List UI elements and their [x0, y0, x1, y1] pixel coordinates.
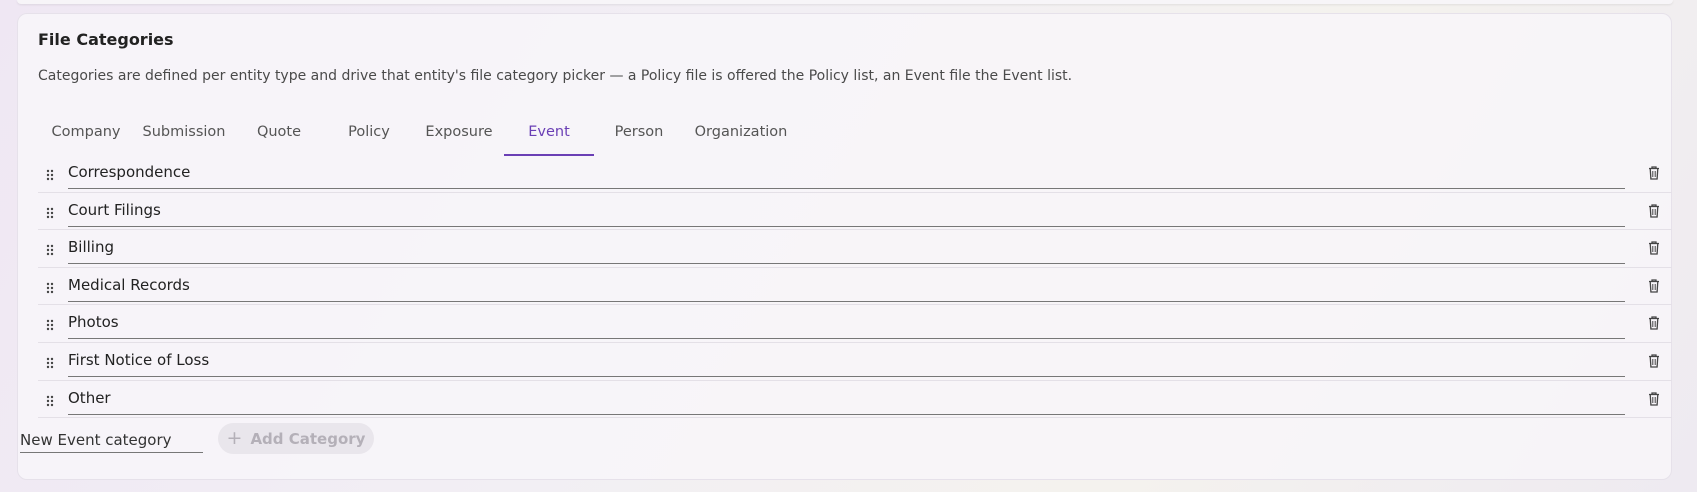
drag-handle-icon[interactable]	[46, 319, 54, 331]
category-row: Medical Records	[38, 268, 1672, 306]
category-name-field[interactable]: First Notice of Loss	[68, 348, 1625, 377]
add-category-label: Add Category	[250, 429, 366, 448]
new-category-input[interactable]	[20, 427, 203, 453]
plus-icon: +	[226, 427, 243, 449]
category-row: Court Filings	[38, 193, 1672, 231]
category-name-field[interactable]: Medical Records	[68, 273, 1625, 302]
category-name-field[interactable]: Photos	[68, 310, 1625, 340]
trash-icon[interactable]	[1648, 241, 1660, 255]
file-categories-card: File Categories Categories are defined p…	[17, 13, 1672, 480]
drag-handle-icon[interactable]	[46, 395, 54, 407]
section-description: Categories are defined per entity type a…	[38, 68, 1073, 84]
add-category-button[interactable]: + Add Category	[218, 423, 374, 454]
tab-person[interactable]: Person	[594, 107, 684, 156]
entity-tabs: Company Submission Quote Policy Exposure…	[38, 107, 798, 156]
category-row: Other	[38, 381, 1672, 419]
trash-icon[interactable]	[1648, 166, 1660, 180]
tab-policy[interactable]: Policy	[324, 107, 414, 156]
category-name-field[interactable]: Billing	[68, 235, 1625, 265]
tab-exposure[interactable]: Exposure	[414, 107, 504, 156]
trash-icon[interactable]	[1648, 391, 1660, 406]
tab-event[interactable]: Event	[504, 107, 594, 156]
trash-icon[interactable]	[1648, 354, 1660, 368]
category-row: First Notice of Loss	[38, 343, 1672, 381]
top-strip	[17, 0, 1673, 4]
category-name-field[interactable]: Correspondence	[68, 160, 1625, 189]
tab-quote[interactable]: Quote	[234, 107, 324, 156]
drag-handle-icon[interactable]	[46, 244, 54, 256]
drag-handle-icon[interactable]	[46, 207, 54, 219]
tab-company[interactable]: Company	[38, 107, 134, 156]
category-row: Billing	[38, 230, 1672, 268]
category-list: Correspondence Court Filings Billing Med…	[38, 155, 1672, 419]
category-name-field[interactable]: Other	[68, 386, 1625, 415]
tab-submission[interactable]: Submission	[134, 107, 234, 156]
trash-icon[interactable]	[1648, 279, 1660, 293]
drag-handle-icon[interactable]	[46, 169, 54, 181]
drag-handle-icon[interactable]	[46, 357, 54, 369]
trash-icon[interactable]	[1648, 316, 1660, 331]
drag-handle-icon[interactable]	[46, 282, 54, 294]
category-row: Correspondence	[38, 155, 1672, 193]
category-name-field[interactable]: Court Filings	[68, 198, 1625, 227]
tab-organization[interactable]: Organization	[684, 107, 798, 156]
trash-icon[interactable]	[1648, 203, 1660, 218]
section-title: File Categories	[38, 30, 174, 49]
category-row: Photos	[38, 305, 1672, 343]
